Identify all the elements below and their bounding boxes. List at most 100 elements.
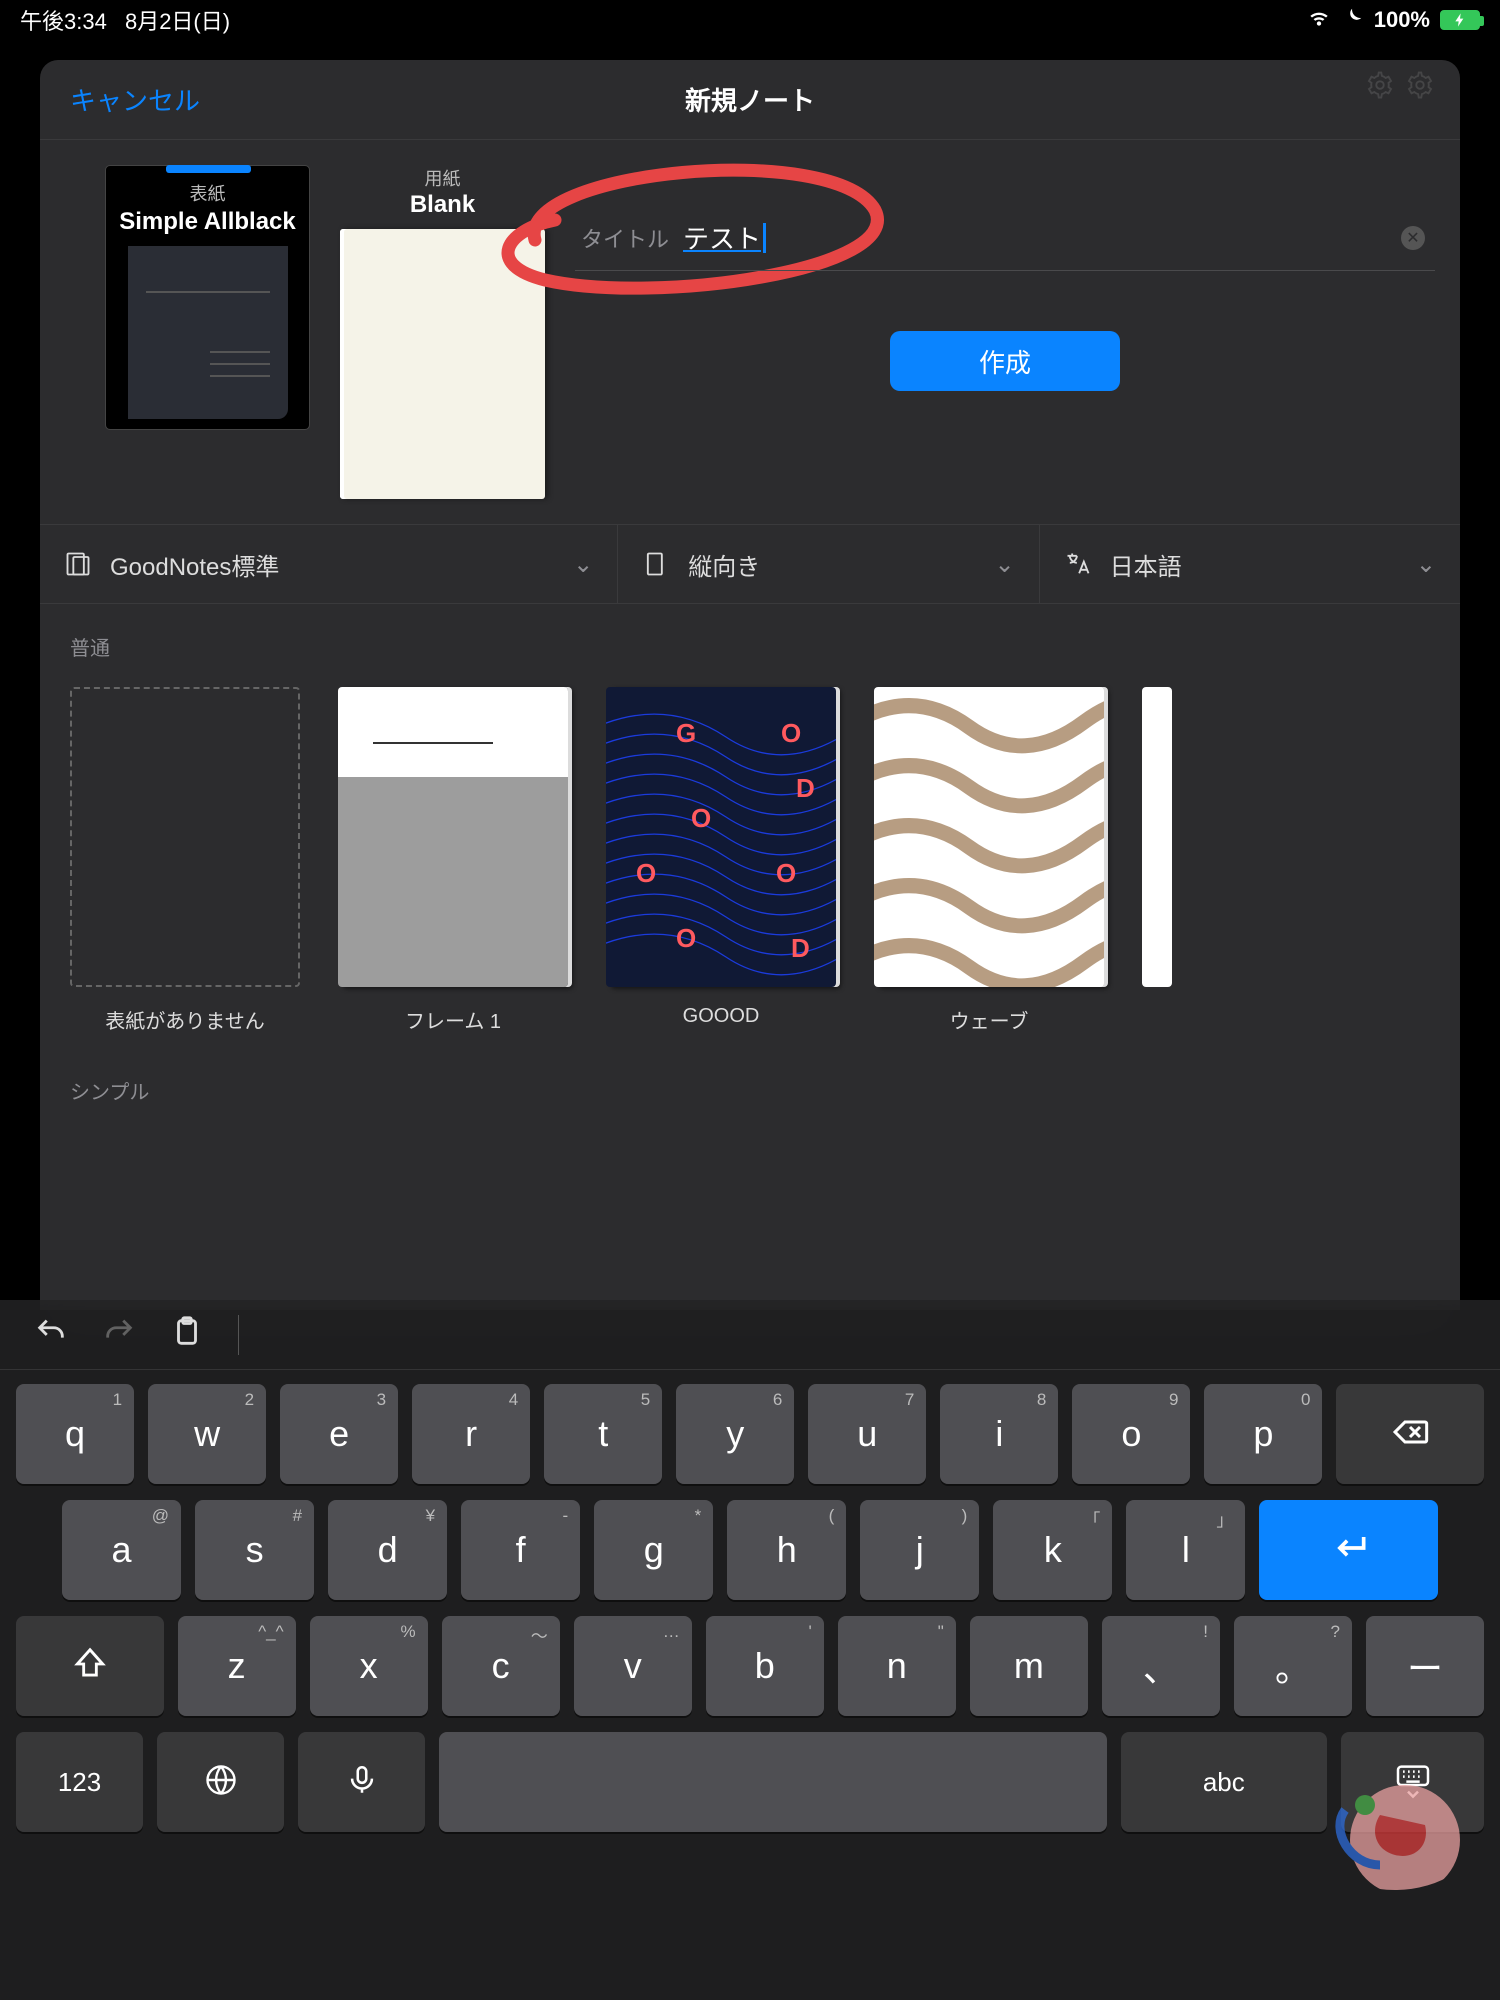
status-bar: 午後3:34 8月2日(日) 100% xyxy=(0,0,1500,40)
clear-button[interactable]: ✕ xyxy=(1401,226,1425,250)
preview-row: 表紙 Simple Allblack 用紙 Blank タイトル テスト ✕ 作… xyxy=(40,140,1460,524)
paper-label: 用紙 xyxy=(340,165,545,191)
key-。[interactable]: ?。 xyxy=(1234,1616,1352,1716)
cover-label: 表紙 xyxy=(190,180,226,206)
key-r[interactable]: 4r xyxy=(412,1384,530,1484)
svg-text:O: O xyxy=(676,923,696,953)
status-right: 100% xyxy=(1306,4,1480,36)
key-v[interactable]: …v xyxy=(574,1616,692,1716)
language-icon xyxy=(1064,550,1092,578)
key-k[interactable]: 「k xyxy=(993,1500,1112,1600)
key-backspace[interactable] xyxy=(1336,1384,1484,1484)
globe-icon xyxy=(203,1762,239,1803)
key-p[interactable]: 0p xyxy=(1204,1384,1322,1484)
key-q[interactable]: 1q xyxy=(16,1384,134,1484)
corner-artwork xyxy=(1310,1770,1480,1890)
wifi-icon xyxy=(1306,4,1332,36)
orientation-selector[interactable]: 縦向き ⌄ xyxy=(618,525,1039,603)
title-block: タイトル テスト ✕ 作成 xyxy=(575,165,1435,391)
key-f[interactable]: -f xyxy=(461,1500,580,1600)
key-b[interactable]: 'b xyxy=(706,1616,824,1716)
key-w[interactable]: 2w xyxy=(148,1384,266,1484)
key-y[interactable]: 6y xyxy=(676,1384,794,1484)
key-g[interactable]: *g xyxy=(594,1500,713,1600)
keyboard-toolbar xyxy=(0,1300,1500,1370)
key-a[interactable]: @a xyxy=(62,1500,181,1600)
key-m[interactable]: m xyxy=(970,1616,1088,1716)
key-j[interactable]: )j xyxy=(860,1500,979,1600)
key-i[interactable]: 8i xyxy=(940,1384,1058,1484)
template-none[interactable]: 表紙がありません xyxy=(70,687,300,1034)
cover-name: Simple Allblack xyxy=(119,208,296,236)
enter-icon xyxy=(1327,1526,1371,1575)
template-thumb xyxy=(874,687,1104,987)
keyboard: 1q2w3e4r5t6y7u8i9o0p @a#s¥d-f*g(h)j「k」l … xyxy=(0,1300,1500,2000)
battery-icon xyxy=(1440,10,1480,30)
clipboard-button[interactable] xyxy=(170,1315,204,1354)
undo-button[interactable] xyxy=(34,1315,68,1354)
keyboard-rows: 1q2w3e4r5t6y7u8i9o0p @a#s¥d-f*g(h)j「k」l … xyxy=(0,1370,1500,1842)
shift-icon xyxy=(71,1645,109,1688)
svg-text:O: O xyxy=(776,858,796,888)
svg-text:D: D xyxy=(791,933,810,963)
key-enter[interactable] xyxy=(1259,1500,1438,1600)
status-date: 8月2日(日) xyxy=(125,9,230,34)
template-caption: 表紙がありません xyxy=(70,1005,300,1034)
title-placeholder: タイトル xyxy=(581,222,669,254)
template-wave[interactable]: ウェーブ xyxy=(874,687,1104,1034)
size-selector[interactable]: GoodNotes標準 ⌄ xyxy=(40,525,618,603)
battery-percent: 100% xyxy=(1374,7,1430,33)
chevron-down-icon: ⌄ xyxy=(995,550,1015,579)
key-ー[interactable]: ー xyxy=(1366,1616,1484,1716)
key-space[interactable] xyxy=(439,1732,1106,1832)
svg-text:O: O xyxy=(636,858,656,888)
toolbar-divider xyxy=(238,1315,239,1355)
create-button[interactable]: 作成 xyxy=(890,331,1120,391)
paper-preview[interactable]: 用紙 Blank xyxy=(340,165,545,499)
template-row[interactable]: 表紙がありません フレーム 1 G O xyxy=(40,673,1460,1048)
key-abc[interactable]: abc xyxy=(1121,1732,1328,1832)
cover-preview[interactable]: 表紙 Simple Allblack xyxy=(105,165,310,430)
key-x[interactable]: %x xyxy=(310,1616,428,1716)
key-、[interactable]: !、 xyxy=(1102,1616,1220,1716)
key-o[interactable]: 9o xyxy=(1072,1384,1190,1484)
chevron-down-icon: ⌄ xyxy=(573,550,593,579)
svg-text:O: O xyxy=(691,803,711,833)
language-value: 日本語 xyxy=(1110,547,1182,582)
key-n[interactable]: "n xyxy=(838,1616,956,1716)
title-input[interactable]: タイトル テスト ✕ xyxy=(575,205,1435,271)
text-cursor xyxy=(763,223,766,253)
orientation-value: 縦向き xyxy=(688,547,760,582)
key-c[interactable]: 〜c xyxy=(442,1616,560,1716)
template-thumb xyxy=(70,687,300,987)
template-caption: ウェーブ xyxy=(874,1005,1104,1034)
key-t[interactable]: 5t xyxy=(544,1384,662,1484)
key-mic[interactable] xyxy=(298,1732,425,1832)
key-globe[interactable] xyxy=(157,1732,284,1832)
key-z[interactable]: ^_^z xyxy=(178,1616,296,1716)
svg-text:G: G xyxy=(676,718,696,748)
key-123[interactable]: 123 xyxy=(16,1732,143,1832)
key-shift[interactable] xyxy=(16,1616,164,1716)
key-u[interactable]: 7u xyxy=(808,1384,926,1484)
key-d[interactable]: ¥d xyxy=(328,1500,447,1600)
template-goood[interactable]: GO DO OO OD GOOOD xyxy=(606,687,836,1034)
key-h[interactable]: (h xyxy=(727,1500,846,1600)
template-frame1[interactable]: フレーム 1 xyxy=(338,687,568,1034)
sheet-header: キャンセル 新規ノート xyxy=(40,60,1460,140)
key-s[interactable]: #s xyxy=(195,1500,314,1600)
moon-icon xyxy=(1342,6,1364,34)
backspace-icon xyxy=(1390,1412,1430,1457)
section-label-normal: 普通 xyxy=(40,604,1460,673)
orientation-icon xyxy=(642,550,670,578)
chevron-down-icon: ⌄ xyxy=(1416,550,1436,579)
template-thumb xyxy=(1142,687,1172,987)
template-peek[interactable] xyxy=(1142,687,1172,1034)
language-selector[interactable]: 日本語 ⌄ xyxy=(1040,525,1460,603)
key-l[interactable]: 」l xyxy=(1126,1500,1245,1600)
template-caption: フレーム 1 xyxy=(338,1005,568,1034)
status-left: 午後3:34 8月2日(日) xyxy=(20,4,242,36)
key-e[interactable]: 3e xyxy=(280,1384,398,1484)
template-caption: GOOOD xyxy=(606,1005,836,1028)
redo-button[interactable] xyxy=(102,1315,136,1354)
